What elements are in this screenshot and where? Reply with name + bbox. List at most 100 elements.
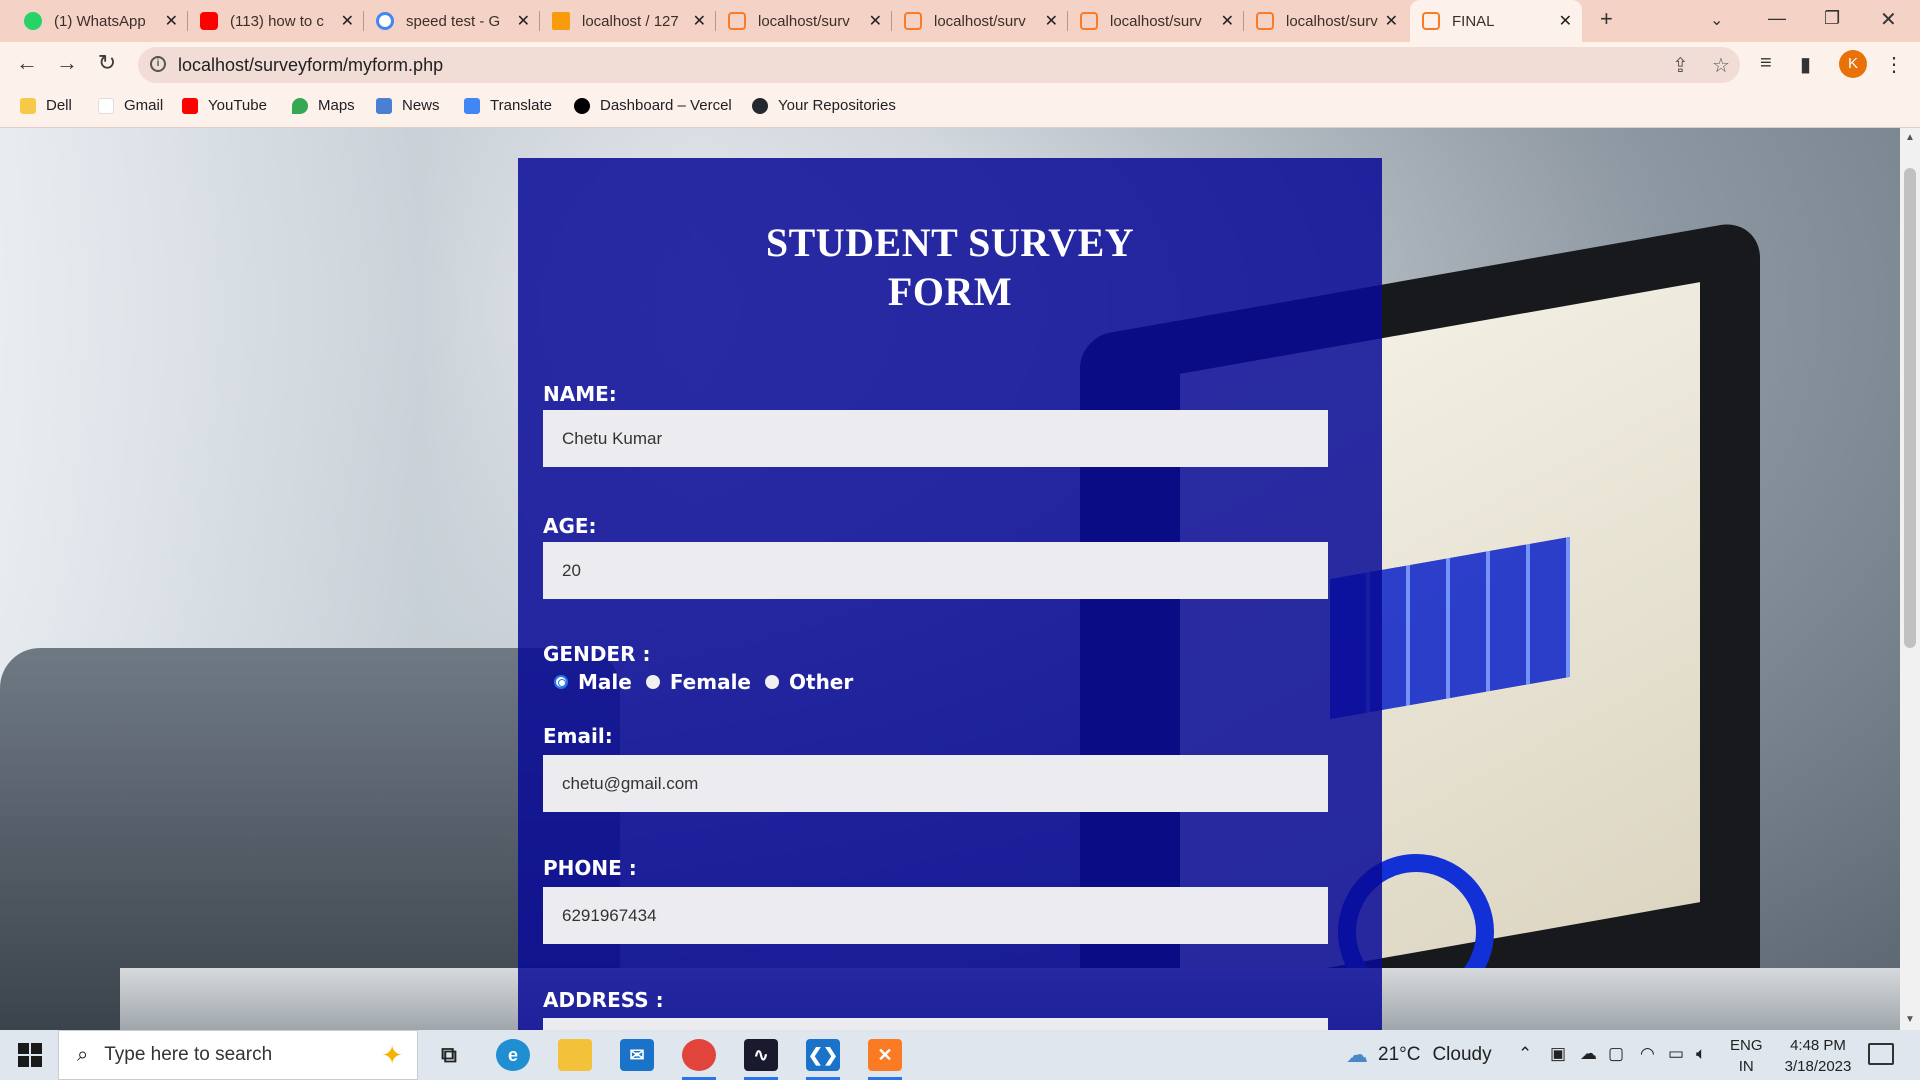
tab-localhost-2[interactable]: localhost/surv ✕ (892, 0, 1068, 42)
clock[interactable]: 4:48 PM 3/18/2023 (1776, 1035, 1860, 1077)
bookmark-youtube[interactable]: YouTube (182, 97, 267, 114)
page-scrollbar[interactable]: ▲ ▼ (1900, 128, 1920, 1030)
weather-temp: 21°C (1378, 1044, 1421, 1065)
windows-start-icon[interactable] (18, 1043, 42, 1067)
close-icon[interactable]: ✕ (1221, 11, 1234, 31)
file-explorer-icon[interactable] (558, 1039, 592, 1071)
language-indicator[interactable]: ENG IN (1730, 1035, 1763, 1077)
close-icon[interactable]: ✕ (693, 11, 706, 31)
restore-icon[interactable]: ❐ (1824, 8, 1840, 29)
close-icon[interactable]: ✕ (517, 11, 530, 31)
tab-localhost-1[interactable]: localhost/surv ✕ (716, 0, 892, 42)
google-icon (376, 12, 394, 30)
bookmark-label: Maps (318, 97, 355, 114)
tab-whatsapp[interactable]: (1) WhatsApp ✕ (12, 0, 188, 42)
close-icon[interactable]: ✕ (869, 11, 882, 31)
vscode-icon[interactable]: ❮❯ (806, 1039, 840, 1080)
share-icon[interactable]: ⇪ (1672, 53, 1689, 78)
age-field[interactable] (543, 542, 1328, 599)
edge-icon[interactable]: e (496, 1039, 530, 1071)
task-view-icon[interactable]: ⧉ (432, 1039, 466, 1071)
bookmark-translate[interactable]: Translate (464, 97, 552, 114)
site-info-icon[interactable]: i (150, 56, 166, 72)
close-icon[interactable]: ✕ (1559, 11, 1572, 31)
mail-icon[interactable]: ✉ (620, 1039, 654, 1071)
scroll-down-icon[interactable]: ▼ (1905, 1014, 1915, 1025)
phone-field[interactable] (543, 887, 1328, 944)
minimize-icon[interactable]: — (1768, 8, 1786, 29)
youtube-icon (200, 12, 218, 30)
reading-list-icon[interactable]: ≡ (1760, 52, 1772, 75)
taskbar: ⌕ Type here to search ✦ ⧉ e ✉ ∿ ❮❯ ✕ ☁ 2… (0, 1030, 1920, 1080)
news-icon (376, 97, 392, 114)
side-panel-icon[interactable]: ▮ (1800, 52, 1811, 77)
bookmark-maps[interactable]: Maps (292, 97, 355, 114)
audio-app-icon[interactable]: ∿ (744, 1039, 778, 1080)
reload-icon[interactable]: ↻ (93, 50, 121, 76)
clock-date: 3/18/2023 (1784, 1058, 1852, 1075)
chevron-down-icon[interactable]: ⌄ (1710, 10, 1723, 30)
scroll-up-icon[interactable]: ▲ (1905, 132, 1915, 143)
bookmark-label: Dashboard – Vercel (600, 97, 732, 114)
gender-female-radio[interactable] (645, 675, 660, 689)
bookmark-label: Your Repositories (778, 97, 896, 114)
xampp-icon (1080, 12, 1098, 30)
tray-chevron-icon[interactable]: ⌃ (1518, 1044, 1532, 1064)
age-label: AGE: (543, 514, 597, 538)
back-icon[interactable]: ← (13, 50, 41, 76)
taskbar-search[interactable]: ⌕ Type here to search ✦ (58, 1030, 418, 1080)
tab-final[interactable]: FINAL ✕ (1410, 0, 1582, 42)
bookmark-gmail[interactable]: Gmail (98, 97, 163, 114)
bookmark-news[interactable]: News (376, 97, 440, 114)
gender-male-radio[interactable] (554, 675, 568, 689)
onedrive-icon[interactable]: ☁ (1580, 1044, 1597, 1064)
chrome-icon[interactable] (682, 1039, 716, 1080)
wifi-icon[interactable]: ◠ (1640, 1044, 1655, 1064)
survey-form: STUDENT SURVEY FORM NAME: AGE: GENDER : … (518, 158, 1382, 1030)
tab-youtube[interactable]: (113) how to c ✕ (188, 0, 364, 42)
tab-phpmyadmin[interactable]: localhost / 127 ✕ (540, 0, 716, 42)
tab-label: localhost/surv (1110, 12, 1202, 30)
notification-icon[interactable] (1868, 1043, 1894, 1065)
avatar[interactable]: K (1839, 50, 1867, 78)
tab-localhost-4[interactable]: localhost/surv ✕ (1244, 0, 1408, 42)
email-field[interactable] (543, 755, 1328, 812)
bookmark-github[interactable]: Your Repositories (752, 97, 896, 114)
close-icon[interactable]: ✕ (165, 11, 178, 31)
tab-localhost-3[interactable]: localhost/surv ✕ (1068, 0, 1244, 42)
whatsapp-icon (24, 12, 42, 30)
bookmarks-bar: Dell Gmail YouTube Maps News Translate D… (0, 88, 1920, 128)
tab-label: localhost/surv (934, 12, 1026, 30)
volume-icon[interactable]: 🔈︎ (1696, 1044, 1706, 1064)
display-icon[interactable]: ▢ (1608, 1044, 1624, 1064)
maps-icon (292, 97, 308, 114)
bookmark-vercel[interactable]: Dashboard – Vercel (574, 97, 732, 114)
meet-icon[interactable]: ▣ (1550, 1044, 1566, 1064)
address-field[interactable] (543, 1018, 1328, 1030)
forward-icon[interactable]: → (53, 50, 81, 76)
weather-widget[interactable]: ☁ 21°C Cloudy (1346, 1042, 1492, 1068)
xampp-icon[interactable]: ✕ (868, 1039, 902, 1080)
new-tab-icon[interactable]: + (1600, 6, 1613, 32)
xampp-icon (728, 12, 746, 30)
window-close-icon[interactable]: ✕ (1880, 7, 1897, 32)
tab-label: (113) how to c (230, 12, 324, 30)
translate-icon (464, 97, 480, 114)
bookmark-dell[interactable]: Dell (20, 97, 72, 114)
xampp-icon (1422, 12, 1440, 30)
folder-icon (20, 97, 36, 114)
menu-icon[interactable]: ⋮ (1884, 52, 1904, 77)
bookmark-star-icon[interactable]: ☆ (1712, 53, 1730, 78)
address-bar[interactable]: i localhost/surveyform/myform.php ⇪ ☆ (138, 47, 1740, 83)
close-icon[interactable]: ✕ (341, 11, 354, 31)
weather-desc: Cloudy (1432, 1044, 1492, 1065)
gender-other-radio[interactable] (765, 675, 779, 689)
close-icon[interactable]: ✕ (1045, 11, 1058, 31)
tab-google[interactable]: speed test - G ✕ (364, 0, 540, 42)
name-field[interactable] (543, 410, 1328, 467)
close-icon[interactable]: ✕ (1385, 11, 1398, 31)
lang-region: IN (1738, 1058, 1754, 1075)
phpmyadmin-icon (552, 12, 570, 30)
battery-icon[interactable]: ▭ (1668, 1044, 1684, 1064)
scroll-thumb[interactable] (1904, 168, 1916, 648)
